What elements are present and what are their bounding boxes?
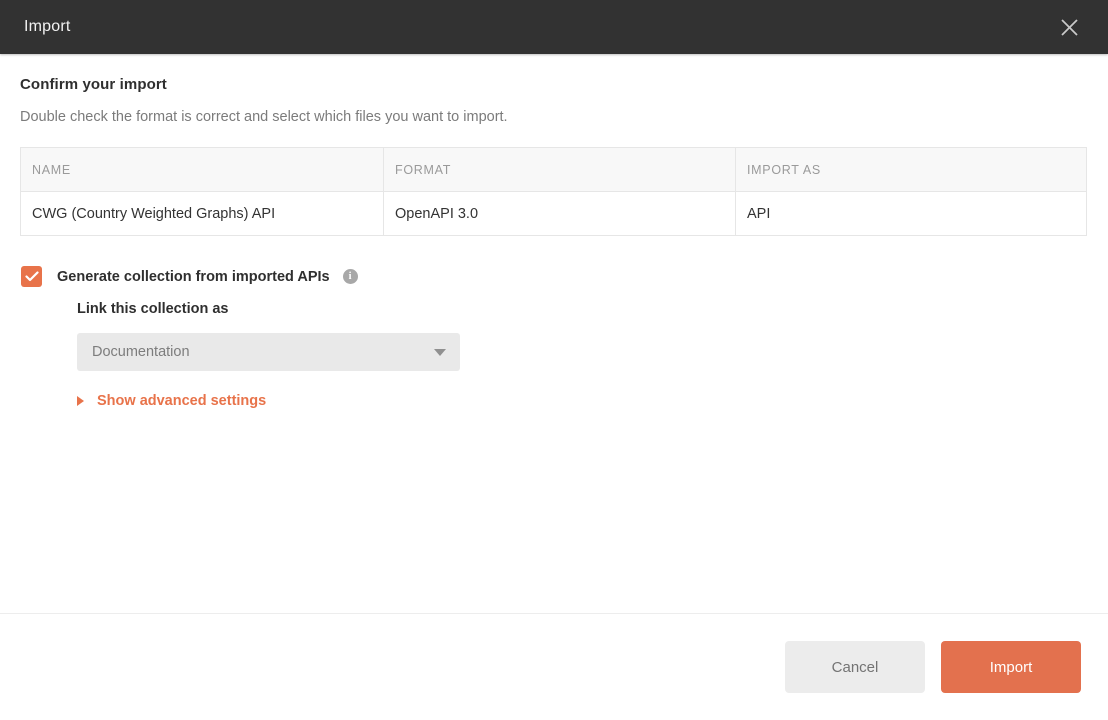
column-header-format: FORMAT bbox=[383, 147, 736, 192]
dialog-title: Import bbox=[24, 18, 71, 35]
link-collection-value: Documentation bbox=[92, 344, 190, 360]
triangle-right-icon bbox=[77, 396, 84, 406]
show-advanced-settings-toggle[interactable]: Show advanced settings bbox=[77, 393, 266, 409]
column-header-import-as: IMPORT AS bbox=[735, 147, 1087, 192]
table-row[interactable]: CWG (Country Weighted Graphs) API OpenAP… bbox=[20, 191, 1087, 236]
import-dialog: Import Confirm your import Double check … bbox=[0, 0, 1108, 720]
import-button[interactable]: Import bbox=[941, 641, 1081, 693]
page-title: Confirm your import bbox=[20, 76, 167, 93]
generate-collection-checkbox[interactable] bbox=[21, 266, 42, 287]
column-header-name: NAME bbox=[20, 147, 384, 192]
chevron-down-icon bbox=[434, 348, 446, 356]
page-subtitle: Double check the format is correct and s… bbox=[20, 109, 508, 125]
generate-collection-label: Generate collection from imported APIs bbox=[57, 268, 330, 285]
close-icon[interactable] bbox=[1052, 10, 1086, 44]
cancel-button[interactable]: Cancel bbox=[785, 641, 925, 693]
table-header-row: NAME FORMAT IMPORT AS bbox=[20, 147, 1087, 192]
show-advanced-settings-label: Show advanced settings bbox=[97, 393, 267, 409]
cell-name: CWG (Country Weighted Graphs) API bbox=[20, 191, 384, 236]
dialog-body: Confirm your import Double check the for… bbox=[0, 54, 1108, 613]
link-collection-label: Link this collection as bbox=[77, 301, 229, 317]
link-collection-select[interactable]: Documentation bbox=[77, 333, 460, 371]
generate-collection-row: Generate collection from imported APIs i bbox=[21, 266, 1086, 287]
dialog-footer: Cancel Import bbox=[0, 613, 1108, 720]
import-table: NAME FORMAT IMPORT AS CWG (Country Weigh… bbox=[20, 147, 1087, 236]
cell-import-as: API bbox=[735, 191, 1087, 236]
info-icon[interactable]: i bbox=[342, 269, 358, 284]
cell-format: OpenAPI 3.0 bbox=[383, 191, 736, 236]
dialog-header: Import bbox=[0, 0, 1108, 54]
link-collection-block: Link this collection as Documentation Sh… bbox=[77, 301, 1086, 409]
